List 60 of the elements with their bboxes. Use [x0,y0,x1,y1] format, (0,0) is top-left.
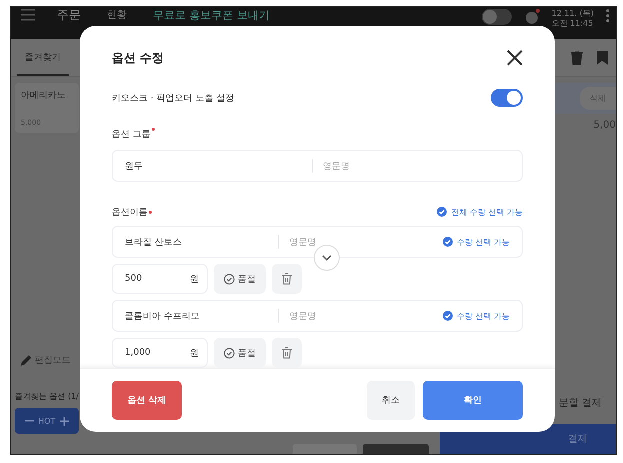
checkbox-label[interactable]: 수량 선택 가능 [456,236,510,248]
status-tab[interactable]: 현황 [107,9,127,22]
option-group-field[interactable]: 원두 영문명 [112,150,523,182]
sold-out-button[interactable]: 품절 [214,264,266,294]
check-circle-icon [224,348,235,358]
dialog-title: 옵션 수정 [112,50,164,66]
trash-icon [282,347,292,359]
more-icon[interactable] [606,9,610,23]
price-field[interactable]: 1,000 원 [112,338,208,368]
option-name-field[interactable]: 콜롬비아 수프리모 영문명 수량 선택 가능 [112,300,523,332]
app-title: 주문 [57,9,81,22]
price-field[interactable]: 500 원 [112,264,208,294]
delete-option-button[interactable] [272,338,302,368]
trash-icon [282,273,292,285]
plus-icon[interactable] [60,416,69,426]
option-chip[interactable]: HOT [15,408,79,434]
date-text: 12.11. (목) [552,9,594,19]
promo-link[interactable]: 무료로 홍보쿠폰 보내기 [153,9,270,22]
delete-option-button[interactable]: 옵션 삭제 [112,381,182,420]
price-value: 1,000 [125,348,151,358]
edit-mode-link[interactable]: 편집모드 [35,354,71,367]
scroll-down-button[interactable] [314,245,340,271]
order-amount: 5,00 [594,120,616,131]
field-value: 콜롬비아 수프리모 [125,310,201,322]
field-placeholder: 영문명 [288,236,318,248]
chevron-down-icon [322,255,332,261]
option-name-field[interactable]: 브라질 산토스 영문명 수량 선택 가능 [112,226,523,258]
minus-icon[interactable] [25,420,34,422]
menu-name: 아메리카노 [21,90,67,102]
bookmark-icon[interactable] [597,50,608,64]
check-icon[interactable] [442,237,453,247]
checkbox-label[interactable]: 전체 수량 선택 가능 [451,206,523,218]
toggle-icon[interactable] [482,9,512,25]
split-payment-button[interactable]: 분할 결제 [558,396,602,410]
confirm-button[interactable]: 확인 [423,381,523,420]
sold-out-button[interactable]: 품절 [214,338,266,368]
field-placeholder: 영문명 [322,160,351,172]
check-circle-icon [224,274,235,284]
field-label: 옵션이름 [112,206,148,218]
cancel-button[interactable]: 취소 [367,381,415,420]
field-value: 원두 [125,160,144,172]
trash-icon[interactable] [571,50,583,64]
checkbox-label[interactable]: 수량 선택 가능 [456,310,510,322]
field-value: 브라질 산토스 [125,236,183,248]
check-icon[interactable] [437,207,448,217]
currency-unit: 원 [190,348,199,360]
favorite-options-heading: 즐겨찾는 옵션 (1/ [15,391,80,402]
delete-option-button[interactable] [272,264,302,294]
field-label: 옵션 그룹 [112,129,151,141]
close-icon[interactable] [507,50,523,66]
field-placeholder: 영문명 [288,310,318,322]
pencil-icon[interactable] [21,355,32,366]
toggle-label: 키오스크 · 픽업오더 노출 설정 [112,92,234,104]
check-icon[interactable] [442,311,453,321]
price-value: 500 [125,274,142,284]
currency-unit: 원 [190,274,199,286]
favorites-tab[interactable]: 즐겨찾기 [17,39,69,76]
time-text: 오전 11:45 [552,19,594,29]
toggle-switch[interactable] [491,89,523,107]
menu-icon[interactable] [21,9,35,21]
